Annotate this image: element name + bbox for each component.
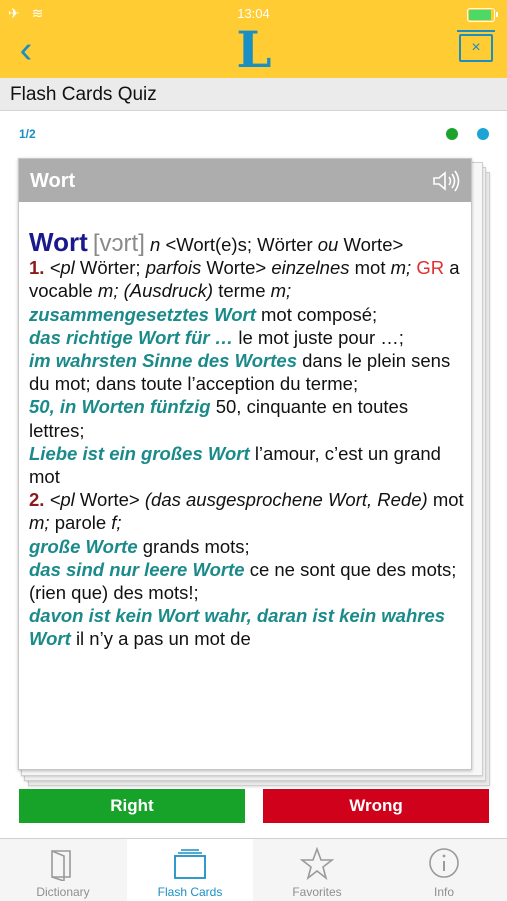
status-time: 13:04 (237, 6, 270, 21)
inflection: <Wort(e)s; Wörter (165, 234, 313, 255)
example-phrase: das richtige Wort für … (29, 326, 234, 348)
battery-icon (467, 8, 498, 22)
quiz-progress: 1/2 (19, 127, 36, 141)
sense-note: m; (97, 280, 119, 302)
example-phrase: im wahrsten Sinne des Wortes (29, 350, 297, 372)
flash-card[interactable]: Wort Wort [vɔrt] n <Wort(e)s; Wörter ou … (18, 158, 472, 770)
tab-label: Favorites (292, 885, 342, 899)
sense-number: 2. (29, 489, 45, 511)
remaining-count-dot (477, 128, 489, 140)
tab-label: Dictionary (36, 885, 90, 899)
tab-label: Info (433, 885, 454, 899)
example-translation: grands mots; (142, 535, 250, 557)
sense-note: parfois (145, 257, 202, 279)
example-phrase: das sind nur leere Worte (29, 558, 245, 580)
sense-note: (das ausgesprochene Wort, Rede) (144, 489, 428, 511)
info-icon (429, 848, 459, 878)
tab-dictionary[interactable]: Dictionary (0, 839, 126, 901)
app-logo: L (236, 20, 272, 79)
right-button[interactable]: Right (19, 789, 245, 823)
headword: Wort (29, 227, 88, 257)
back-button[interactable]: ‹ (10, 30, 42, 70)
dictionary-entry: Wort [vɔrt] n <Wort(e)s; Wörter ou Worte… (29, 229, 465, 651)
close-icon: × (471, 39, 481, 56)
right-count-dot (446, 128, 458, 140)
example-phrase: Liebe ist ein großes Wort (29, 442, 250, 464)
sense-text: Wörter; (79, 257, 141, 279)
card-header-title: Wort (30, 170, 76, 192)
sense-text: terme (218, 280, 266, 302)
example-phrase: zusammengesetztes Wort (29, 303, 256, 325)
sense-note: m; (390, 257, 412, 279)
example-translation: mot composé; (261, 303, 378, 325)
card-header: Wort (19, 159, 471, 202)
tab-label: Flash Cards (157, 885, 223, 899)
sense-text: parole (54, 512, 107, 534)
battery-fill (469, 10, 491, 20)
delete-card-button[interactable]: × (457, 30, 495, 62)
wrong-button[interactable]: Wrong (263, 789, 489, 823)
example-translation: il n’y a pas un mot de (75, 628, 251, 650)
example-phrase: große Worte (29, 535, 138, 557)
tab-flash-cards[interactable]: Flash Cards (127, 839, 253, 901)
sense-note: einzelnes (271, 257, 350, 279)
book-icon (51, 850, 71, 881)
sense-note: m; (29, 512, 50, 534)
sense-note: m; (270, 280, 292, 302)
star-icon (300, 847, 334, 881)
navigation-bar: ✈ ≋ 13:04 ‹ L × (0, 0, 507, 78)
sense-note: (Ausdruck) (123, 280, 214, 302)
domain-label: GR (416, 257, 445, 279)
sense-number: 1. (29, 257, 45, 279)
sense-text: mot (354, 257, 386, 279)
sense-text: mot (432, 489, 464, 511)
tab-favorites[interactable]: Favorites (254, 839, 380, 901)
grammar-label: n (150, 234, 161, 255)
sense-note: f; (111, 512, 122, 534)
inflection: Worte> (343, 234, 404, 255)
example-translation: le mot juste pour …; (238, 326, 404, 348)
page-title: Flash Cards Quiz (10, 84, 157, 105)
sense-note: <pl (49, 489, 75, 511)
sense-text: Worte> (206, 257, 267, 279)
tab-info[interactable]: Info (381, 839, 507, 901)
screen-title-bar: Flash Cards Quiz (0, 78, 507, 111)
flashcards-icon (174, 849, 206, 879)
inflection-or: ou (317, 234, 339, 255)
sense-text: Worte> (79, 489, 140, 511)
pronunciation: [vɔrt] (92, 230, 145, 257)
sense-note: <pl (49, 257, 75, 279)
tab-bar: Dictionary Flash Cards Favorites Info (0, 838, 507, 901)
example-phrase: 50, in Worten fünfzig (29, 396, 211, 418)
speaker-icon[interactable] (431, 169, 461, 193)
